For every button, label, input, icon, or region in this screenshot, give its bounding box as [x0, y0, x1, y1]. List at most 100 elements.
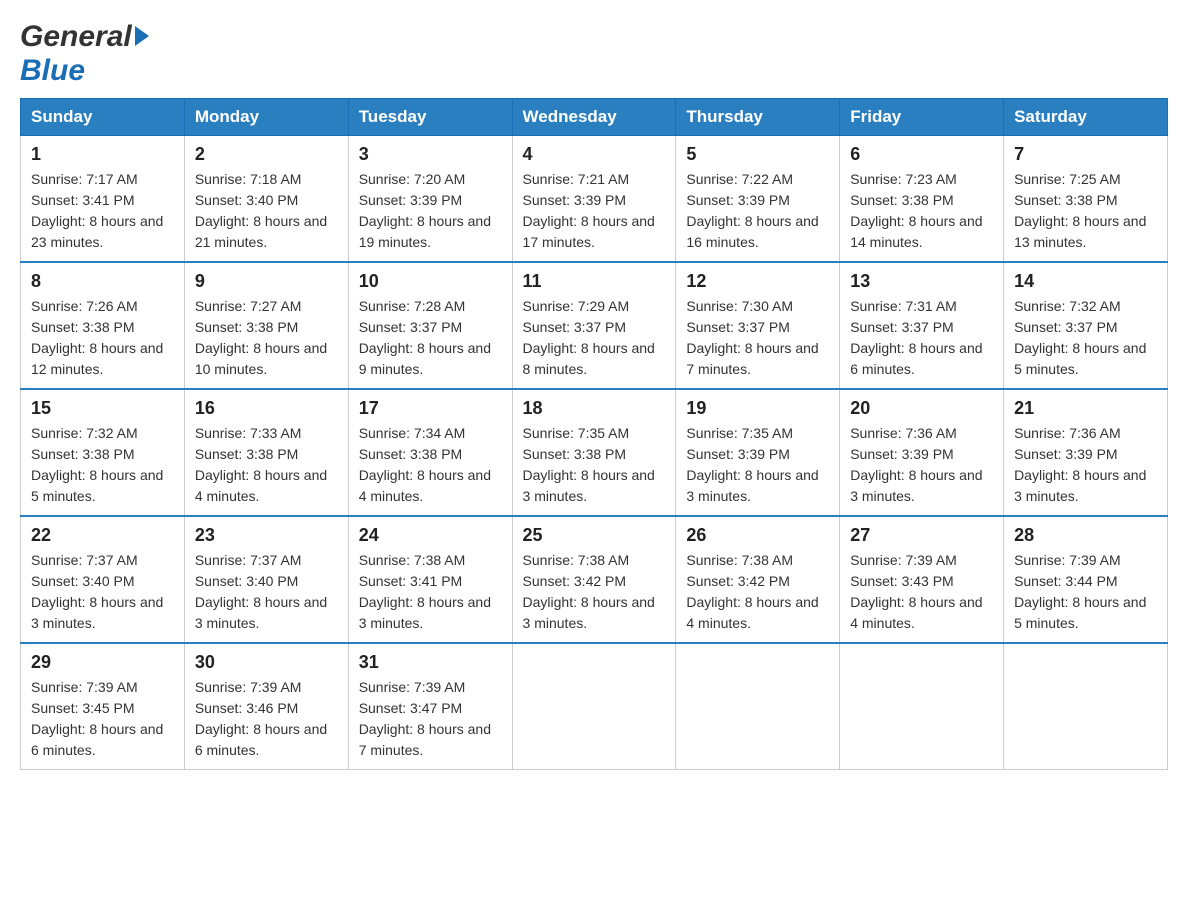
day-info: Sunrise: 7:32 AMSunset: 3:38 PMDaylight:…	[31, 423, 174, 507]
day-number: 1	[31, 144, 174, 165]
day-number: 12	[686, 271, 829, 292]
calendar-cell: 17Sunrise: 7:34 AMSunset: 3:38 PMDayligh…	[348, 389, 512, 516]
weekday-header-saturday: Saturday	[1004, 99, 1168, 136]
day-info: Sunrise: 7:38 AMSunset: 3:42 PMDaylight:…	[686, 550, 829, 634]
calendar-cell: 25 Sunrise: 7:38 AMSunset: 3:42 PMDayligh…	[512, 516, 676, 643]
day-number: 27	[850, 525, 993, 546]
day-number: 22	[31, 525, 174, 546]
week-row-3: 15 Sunrise: 7:32 AMSunset: 3:38 PMDayligh…	[21, 389, 1168, 516]
calendar-cell	[1004, 643, 1168, 770]
day-info: Sunrise: 7:29 AMSunset: 3:37 PMDaylight:…	[523, 296, 666, 380]
calendar-cell: 15 Sunrise: 7:32 AMSunset: 3:38 PMDayligh…	[21, 389, 185, 516]
day-info: Sunrise: 7:37 AMSunset: 3:40 PMDaylight:…	[195, 550, 338, 634]
day-number: 2	[195, 144, 338, 165]
week-row-5: 29 Sunrise: 7:39 AMSunset: 3:45 PMDayligh…	[21, 643, 1168, 770]
day-info: Sunrise: 7:39 AMSunset: 3:46 PMDaylight:…	[195, 677, 338, 761]
calendar-cell: 16Sunrise: 7:33 AMSunset: 3:38 PMDayligh…	[184, 389, 348, 516]
day-number: 9	[195, 271, 338, 292]
day-number: 28	[1014, 525, 1157, 546]
calendar-cell: 31 Sunrise: 7:39 AMSunset: 3:47 PMDayligh…	[348, 643, 512, 770]
day-number: 30	[195, 652, 338, 673]
day-number: 31	[359, 652, 502, 673]
day-info: Sunrise: 7:17 AMSunset: 3:41 PMDaylight:…	[31, 169, 174, 253]
calendar-cell	[840, 643, 1004, 770]
day-info: Sunrise: 7:32 AMSunset: 3:37 PMDaylight:…	[1014, 296, 1157, 380]
day-number: 6	[850, 144, 993, 165]
calendar-cell: 18 Sunrise: 7:35 AMSunset: 3:38 PMDayligh…	[512, 389, 676, 516]
day-info: Sunrise: 7:26 AMSunset: 3:38 PMDaylight:…	[31, 296, 174, 380]
day-number: 25	[523, 525, 666, 546]
day-number: 8	[31, 271, 174, 292]
day-info: Sunrise: 7:31 AMSunset: 3:37 PMDaylight:…	[850, 296, 993, 380]
day-info: Sunrise: 7:39 AMSunset: 3:43 PMDaylight:…	[850, 550, 993, 634]
weekday-header-wednesday: Wednesday	[512, 99, 676, 136]
calendar-table: SundayMondayTuesdayWednesdayThursdayFrid…	[20, 98, 1168, 770]
day-info: Sunrise: 7:33 AMSunset: 3:38 PMDaylight:…	[195, 423, 338, 507]
calendar-cell: 24 Sunrise: 7:38 AMSunset: 3:41 PMDayligh…	[348, 516, 512, 643]
day-number: 10	[359, 271, 502, 292]
logo-general-text: General	[20, 20, 132, 54]
weekday-header-friday: Friday	[840, 99, 1004, 136]
day-number: 24	[359, 525, 502, 546]
calendar-cell: 8 Sunrise: 7:26 AMSunset: 3:38 PMDaylight…	[21, 262, 185, 389]
day-number: 21	[1014, 398, 1157, 419]
calendar-cell: 11Sunrise: 7:29 AMSunset: 3:37 PMDayligh…	[512, 262, 676, 389]
calendar-cell: 3 Sunrise: 7:20 AMSunset: 3:39 PMDaylight…	[348, 136, 512, 263]
day-info: Sunrise: 7:18 AMSunset: 3:40 PMDaylight:…	[195, 169, 338, 253]
day-info: Sunrise: 7:35 AMSunset: 3:38 PMDaylight:…	[523, 423, 666, 507]
day-number: 7	[1014, 144, 1157, 165]
day-info: Sunrise: 7:39 AMSunset: 3:45 PMDaylight:…	[31, 677, 174, 761]
week-row-2: 8 Sunrise: 7:26 AMSunset: 3:38 PMDaylight…	[21, 262, 1168, 389]
calendar-cell: 19 Sunrise: 7:35 AMSunset: 3:39 PMDayligh…	[676, 389, 840, 516]
calendar-cell: 9 Sunrise: 7:27 AMSunset: 3:38 PMDaylight…	[184, 262, 348, 389]
day-info: Sunrise: 7:36 AMSunset: 3:39 PMDaylight:…	[850, 423, 993, 507]
day-info: Sunrise: 7:30 AMSunset: 3:37 PMDaylight:…	[686, 296, 829, 380]
logo-arrow-icon	[135, 26, 149, 46]
day-info: Sunrise: 7:27 AMSunset: 3:38 PMDaylight:…	[195, 296, 338, 380]
weekday-header-tuesday: Tuesday	[348, 99, 512, 136]
calendar-cell: 1 Sunrise: 7:17 AMSunset: 3:41 PMDaylight…	[21, 136, 185, 263]
day-number: 15	[31, 398, 174, 419]
day-info: Sunrise: 7:23 AMSunset: 3:38 PMDaylight:…	[850, 169, 993, 253]
calendar-cell	[676, 643, 840, 770]
day-number: 17	[359, 398, 502, 419]
day-info: Sunrise: 7:35 AMSunset: 3:39 PMDaylight:…	[686, 423, 829, 507]
day-number: 23	[195, 525, 338, 546]
day-number: 13	[850, 271, 993, 292]
day-number: 5	[686, 144, 829, 165]
calendar-cell: 6 Sunrise: 7:23 AMSunset: 3:38 PMDaylight…	[840, 136, 1004, 263]
page-header: General Blue	[20, 20, 1168, 88]
day-info: Sunrise: 7:36 AMSunset: 3:39 PMDaylight:…	[1014, 423, 1157, 507]
day-info: Sunrise: 7:38 AMSunset: 3:41 PMDaylight:…	[359, 550, 502, 634]
calendar-cell: 23 Sunrise: 7:37 AMSunset: 3:40 PMDayligh…	[184, 516, 348, 643]
calendar-cell: 30 Sunrise: 7:39 AMSunset: 3:46 PMDayligh…	[184, 643, 348, 770]
day-info: Sunrise: 7:38 AMSunset: 3:42 PMDaylight:…	[523, 550, 666, 634]
weekday-header-sunday: Sunday	[21, 99, 185, 136]
day-number: 18	[523, 398, 666, 419]
day-info: Sunrise: 7:28 AMSunset: 3:37 PMDaylight:…	[359, 296, 502, 380]
calendar-cell	[512, 643, 676, 770]
calendar-cell: 28Sunrise: 7:39 AMSunset: 3:44 PMDayligh…	[1004, 516, 1168, 643]
calendar-cell: 4 Sunrise: 7:21 AMSunset: 3:39 PMDaylight…	[512, 136, 676, 263]
week-row-4: 22 Sunrise: 7:37 AMSunset: 3:40 PMDayligh…	[21, 516, 1168, 643]
day-number: 4	[523, 144, 666, 165]
day-info: Sunrise: 7:20 AMSunset: 3:39 PMDaylight:…	[359, 169, 502, 253]
calendar-cell: 20Sunrise: 7:36 AMSunset: 3:39 PMDayligh…	[840, 389, 1004, 516]
calendar-cell: 27 Sunrise: 7:39 AMSunset: 3:43 PMDayligh…	[840, 516, 1004, 643]
day-info: Sunrise: 7:25 AMSunset: 3:38 PMDaylight:…	[1014, 169, 1157, 253]
calendar-cell: 29 Sunrise: 7:39 AMSunset: 3:45 PMDayligh…	[21, 643, 185, 770]
day-info: Sunrise: 7:39 AMSunset: 3:47 PMDaylight:…	[359, 677, 502, 761]
calendar-cell: 13 Sunrise: 7:31 AMSunset: 3:37 PMDayligh…	[840, 262, 1004, 389]
logo-blue-text: Blue	[20, 54, 85, 87]
weekday-header-thursday: Thursday	[676, 99, 840, 136]
day-number: 14	[1014, 271, 1157, 292]
calendar-cell: 21 Sunrise: 7:36 AMSunset: 3:39 PMDayligh…	[1004, 389, 1168, 516]
logo: General Blue	[20, 20, 152, 88]
weekday-header-row: SundayMondayTuesdayWednesdayThursdayFrid…	[21, 99, 1168, 136]
day-info: Sunrise: 7:21 AMSunset: 3:39 PMDaylight:…	[523, 169, 666, 253]
day-number: 3	[359, 144, 502, 165]
week-row-1: 1 Sunrise: 7:17 AMSunset: 3:41 PMDaylight…	[21, 136, 1168, 263]
calendar-cell: 7 Sunrise: 7:25 AMSunset: 3:38 PMDaylight…	[1004, 136, 1168, 263]
day-number: 19	[686, 398, 829, 419]
day-number: 29	[31, 652, 174, 673]
